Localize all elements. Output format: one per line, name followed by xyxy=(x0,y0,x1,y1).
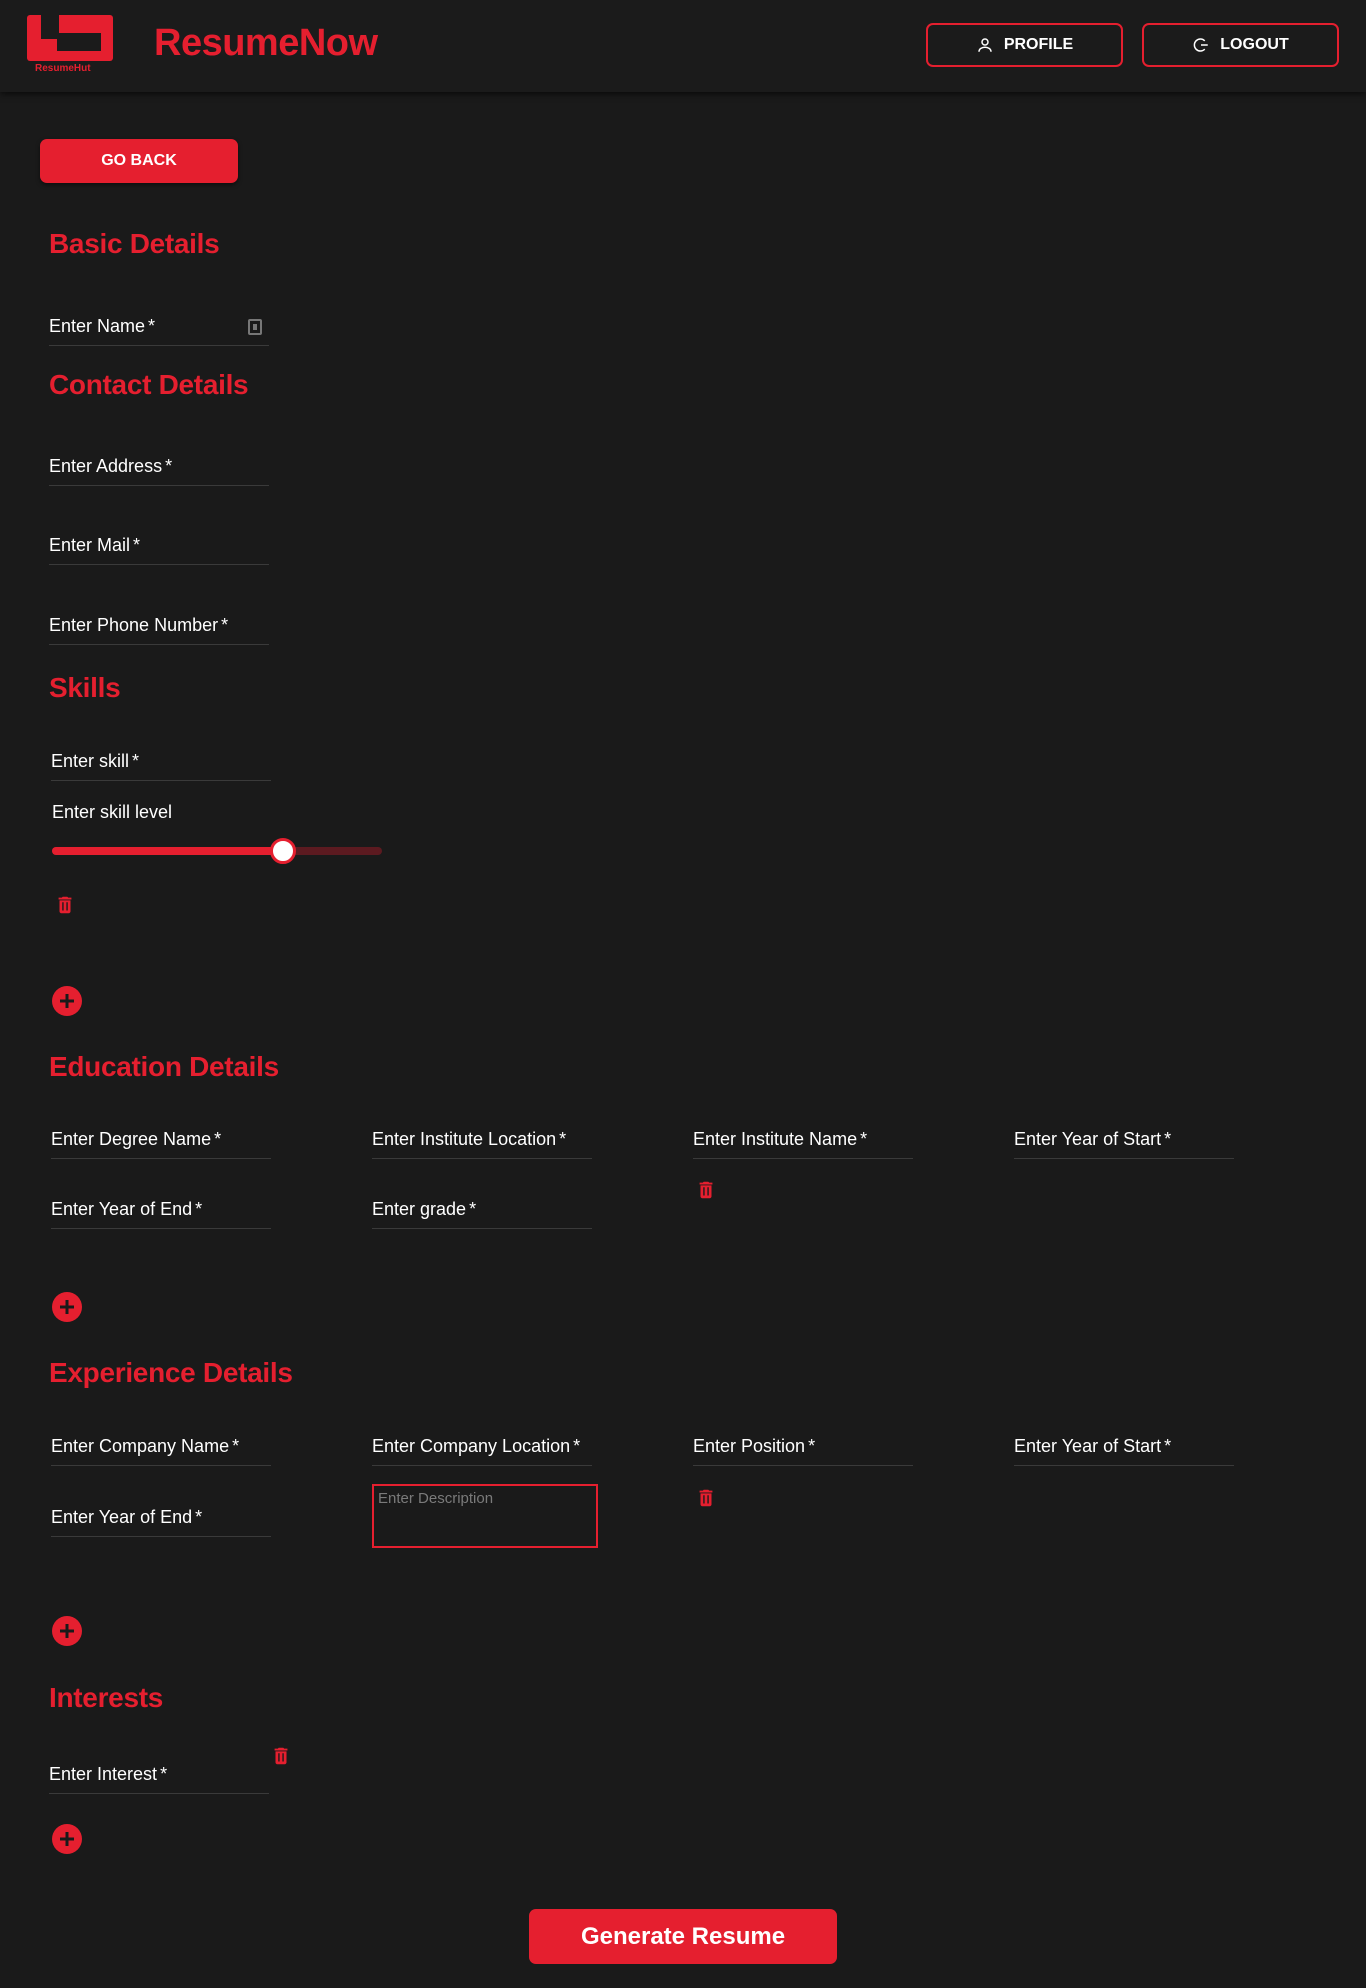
interest-field[interactable]: Enter Interest * xyxy=(49,1754,269,1794)
app-header: ResumeHut ResumeNow PROFILE LOGOUT xyxy=(0,0,1366,92)
name-field-label: Enter Name xyxy=(49,316,146,336)
experience-start-field-label: Enter Year of Start xyxy=(1014,1436,1162,1456)
institute-name-field-label: Enter Institute Name xyxy=(693,1129,858,1149)
interests-title: Interests xyxy=(49,1682,164,1713)
brand-title[interactable]: ResumeNow xyxy=(154,22,378,65)
mail-field[interactable]: Enter Mail * xyxy=(49,525,269,565)
slider-thumb[interactable] xyxy=(270,838,296,864)
generate-resume-button[interactable]: Generate Resume xyxy=(529,1909,837,1964)
name-field[interactable]: Enter Name * xyxy=(49,306,269,346)
delete-education-trash-icon[interactable] xyxy=(695,1178,717,1202)
mail-field-label: Enter Mail xyxy=(49,535,131,555)
education-details-title: Education Details xyxy=(49,1051,279,1082)
institute-name-field[interactable]: Enter Institute Name * xyxy=(693,1119,913,1159)
profile-button[interactable]: PROFILE xyxy=(926,23,1123,67)
contact-card-icon xyxy=(248,319,262,335)
add-education-plus-icon[interactable] xyxy=(51,1291,83,1323)
company-location-field-label: Enter Company Location xyxy=(372,1436,571,1456)
delete-experience-trash-icon[interactable] xyxy=(695,1486,717,1510)
logo-text: ResumeHut xyxy=(35,63,91,74)
education-start-field[interactable]: Enter Year of Start * xyxy=(1014,1119,1234,1159)
company-name-field-label: Enter Company Name xyxy=(51,1436,230,1456)
slider-fill xyxy=(52,847,283,855)
experience-end-field[interactable]: Enter Year of End * xyxy=(51,1497,271,1537)
delete-skill-trash-icon[interactable] xyxy=(54,893,76,917)
phone-field-label: Enter Phone Number xyxy=(49,615,219,635)
user-icon xyxy=(978,38,992,52)
degree-field[interactable]: Enter Degree Name * xyxy=(51,1119,271,1159)
logout-icon xyxy=(1193,38,1209,52)
experience-start-field[interactable]: Enter Year of Start * xyxy=(1014,1426,1234,1466)
skill-field[interactable]: Enter skill * xyxy=(51,741,271,781)
add-interest-plus-icon[interactable] xyxy=(51,1823,83,1855)
skills-title: Skills xyxy=(49,672,121,703)
add-skill-plus-icon[interactable] xyxy=(51,985,83,1017)
institute-location-field[interactable]: Enter Institute Location * xyxy=(372,1119,592,1159)
logout-button[interactable]: LOGOUT xyxy=(1142,23,1339,67)
company-name-field[interactable]: Enter Company Name * xyxy=(51,1426,271,1466)
resumehut-logo[interactable]: ResumeHut xyxy=(27,15,113,77)
grade-field[interactable]: Enter grade * xyxy=(372,1189,592,1229)
go-back-button[interactable]: GO BACK xyxy=(40,139,238,183)
profile-button-label: PROFILE xyxy=(1003,36,1074,53)
education-end-field[interactable]: Enter Year of End * xyxy=(51,1189,271,1229)
basic-details-title: Basic Details xyxy=(49,228,220,259)
skill-level-label: Enter skill level xyxy=(52,802,173,822)
address-field-label: Enter Address xyxy=(49,456,163,476)
position-field-label: Enter Position xyxy=(693,1436,806,1456)
add-experience-plus-icon[interactable] xyxy=(51,1615,83,1647)
delete-interest-trash-icon[interactable] xyxy=(270,1744,292,1768)
skill-field-label: Enter skill xyxy=(51,751,130,771)
education-end-field-label: Enter Year of End xyxy=(51,1199,193,1219)
description-textarea[interactable] xyxy=(372,1484,598,1548)
phone-field[interactable]: Enter Phone Number * xyxy=(49,605,269,645)
position-field[interactable]: Enter Position * xyxy=(693,1426,913,1466)
experience-end-field-label: Enter Year of End xyxy=(51,1507,193,1527)
experience-details-title: Experience Details xyxy=(49,1357,293,1388)
grade-field-label: Enter grade xyxy=(372,1199,467,1219)
logo-mark-icon xyxy=(27,15,113,61)
education-start-field-label: Enter Year of Start xyxy=(1014,1129,1162,1149)
company-location-field[interactable]: Enter Company Location * xyxy=(372,1426,592,1466)
address-field[interactable]: Enter Address * xyxy=(49,446,269,486)
skill-level-slider[interactable] xyxy=(52,838,382,864)
institute-location-field-label: Enter Institute Location xyxy=(372,1129,557,1149)
logout-button-label: LOGOUT xyxy=(1220,36,1289,53)
interest-field-label: Enter Interest xyxy=(49,1764,158,1784)
contact-details-title: Contact Details xyxy=(49,369,249,400)
degree-field-label: Enter Degree Name xyxy=(51,1129,212,1149)
